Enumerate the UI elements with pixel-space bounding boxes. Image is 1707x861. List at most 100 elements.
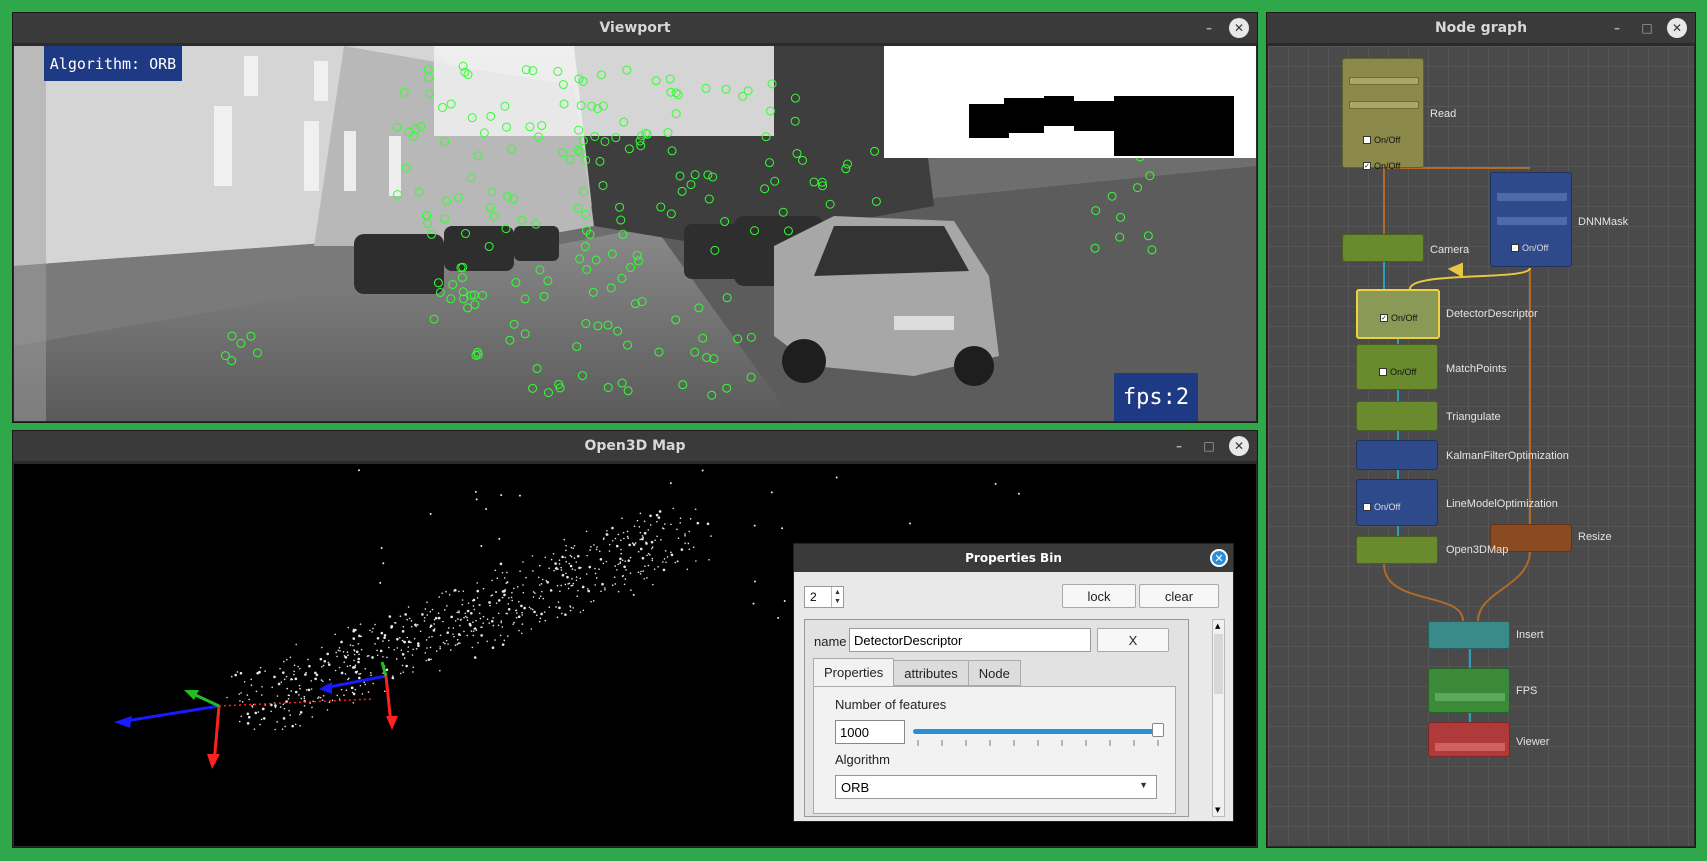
node-triangulate[interactable] bbox=[1356, 401, 1438, 431]
map-point bbox=[662, 561, 664, 563]
onoff-checkbox[interactable]: ✓ On/Off bbox=[1511, 243, 1548, 253]
close-button[interactable]: ✕ bbox=[1229, 18, 1249, 38]
node-graph-titlebar[interactable]: Node graph – □ ✕ bbox=[1267, 13, 1695, 43]
map-point bbox=[380, 631, 384, 635]
algorithm-select[interactable]: ORB ▼ bbox=[835, 775, 1157, 799]
onoff-checkbox[interactable]: On/Off bbox=[1363, 135, 1400, 145]
tab-attributes[interactable]: attributes bbox=[893, 660, 969, 686]
map-point bbox=[605, 560, 608, 563]
map-point bbox=[572, 582, 575, 585]
map-point bbox=[461, 599, 464, 601]
minimize-button[interactable]: – bbox=[1169, 436, 1189, 456]
map-point bbox=[352, 628, 355, 631]
map-point bbox=[495, 602, 498, 604]
close-button[interactable]: ✕ bbox=[1210, 549, 1228, 567]
map-point bbox=[402, 671, 405, 673]
node-camera[interactable] bbox=[1342, 234, 1424, 262]
map-point bbox=[447, 643, 449, 645]
onoff-checkbox[interactable]: ✓ On/Off bbox=[1363, 502, 1400, 512]
num-features-slider-track[interactable] bbox=[913, 729, 1163, 734]
map-point bbox=[459, 619, 462, 621]
node-field[interactable] bbox=[1435, 743, 1505, 751]
map-point bbox=[433, 623, 435, 625]
open3d-titlebar[interactable]: Open3D Map – □ ✕ bbox=[13, 431, 1257, 461]
map-point bbox=[448, 593, 451, 596]
close-button[interactable]: ✕ bbox=[1229, 436, 1249, 456]
num-features-input[interactable]: 1000 bbox=[835, 720, 905, 744]
node-kalman[interactable] bbox=[1356, 440, 1438, 470]
tab-node[interactable]: Node bbox=[967, 660, 1021, 686]
down-arrow-icon[interactable]: ▼ bbox=[834, 597, 841, 606]
node-fps[interactable] bbox=[1428, 668, 1510, 713]
map-point bbox=[696, 521, 700, 525]
onoff-checkbox[interactable]: ✓ On/Off bbox=[1380, 313, 1417, 323]
node-dnnmask[interactable]: ✓ On/Off bbox=[1490, 172, 1572, 267]
node-linemodel[interactable]: ✓ On/Off bbox=[1356, 479, 1438, 526]
lock-button[interactable]: lock bbox=[1062, 584, 1136, 608]
tab-properties[interactable]: Properties bbox=[813, 658, 895, 686]
remove-node-button[interactable]: X bbox=[1097, 628, 1169, 652]
node-name-field[interactable]: DetectorDescriptor bbox=[849, 628, 1091, 652]
map-point bbox=[273, 675, 276, 679]
map-point bbox=[647, 552, 650, 555]
map-point bbox=[687, 542, 690, 545]
properties-bin-titlebar[interactable]: Properties Bin ✕ bbox=[794, 544, 1233, 572]
map-point bbox=[485, 508, 488, 511]
map-point bbox=[429, 646, 432, 649]
minimize-button[interactable]: – bbox=[1199, 18, 1219, 38]
map-point bbox=[347, 626, 350, 629]
map-point bbox=[571, 577, 573, 580]
viewport-titlebar[interactable]: Viewport – ✕ bbox=[13, 13, 1257, 43]
map-point bbox=[588, 565, 592, 569]
map-point bbox=[689, 518, 692, 520]
map-point bbox=[346, 651, 349, 653]
minimize-button[interactable]: – bbox=[1607, 18, 1627, 38]
spinbox-arrows[interactable]: ▲ ▼ bbox=[831, 587, 843, 607]
node-detector-descriptor[interactable]: ✓ On/Off bbox=[1356, 289, 1440, 339]
map-point bbox=[425, 659, 428, 662]
map-point bbox=[494, 569, 497, 572]
node-field[interactable] bbox=[1349, 77, 1419, 85]
node-viewer[interactable] bbox=[1428, 722, 1510, 757]
map-point bbox=[482, 587, 485, 590]
map-point bbox=[692, 546, 695, 548]
node-open3dmap[interactable] bbox=[1356, 536, 1438, 564]
map-point bbox=[338, 666, 341, 669]
node-graph-canvas[interactable]: On/Off ✓ On/Off Read ✓ On/Off DNNMask Came… bbox=[1268, 46, 1694, 846]
map-point bbox=[585, 573, 588, 575]
map-point bbox=[573, 557, 576, 559]
vertical-scrollbar[interactable]: ▲ ▼ bbox=[1212, 619, 1225, 817]
scroll-thumb[interactable] bbox=[1214, 634, 1223, 694]
close-button[interactable]: ✕ bbox=[1667, 18, 1687, 38]
scroll-up-icon[interactable]: ▲ bbox=[1215, 622, 1220, 630]
map-point bbox=[299, 725, 301, 727]
onoff-checkbox[interactable]: ✓ On/Off bbox=[1363, 161, 1400, 171]
node-field[interactable] bbox=[1497, 193, 1567, 201]
map-point bbox=[500, 620, 503, 622]
maximize-button[interactable]: □ bbox=[1199, 436, 1219, 456]
count-spinbox[interactable]: 2 ▲ ▼ bbox=[804, 586, 844, 608]
node-matchpoints[interactable]: On/Off bbox=[1356, 344, 1438, 390]
map-point bbox=[652, 583, 654, 586]
maximize-button[interactable]: □ bbox=[1637, 18, 1657, 38]
node-field[interactable] bbox=[1349, 101, 1419, 109]
clear-button[interactable]: clear bbox=[1139, 584, 1219, 608]
node-read[interactable]: On/Off ✓ On/Off bbox=[1342, 58, 1424, 171]
map-point bbox=[662, 527, 665, 530]
onoff-checkbox[interactable]: On/Off bbox=[1379, 367, 1416, 377]
map-point bbox=[446, 605, 448, 607]
scroll-down-icon[interactable]: ▼ bbox=[1215, 806, 1220, 814]
map-point bbox=[421, 613, 424, 616]
map-point bbox=[282, 703, 285, 706]
map-point bbox=[423, 616, 426, 619]
map-point bbox=[424, 652, 427, 654]
node-insert[interactable] bbox=[1428, 621, 1510, 649]
map-point bbox=[641, 556, 645, 560]
map-point bbox=[561, 612, 563, 615]
node-field[interactable] bbox=[1435, 693, 1505, 701]
map-point bbox=[457, 618, 459, 620]
up-arrow-icon[interactable]: ▲ bbox=[834, 588, 841, 597]
map-point bbox=[240, 715, 243, 718]
node-field[interactable] bbox=[1497, 217, 1567, 225]
num-features-slider-handle[interactable] bbox=[1152, 723, 1164, 737]
